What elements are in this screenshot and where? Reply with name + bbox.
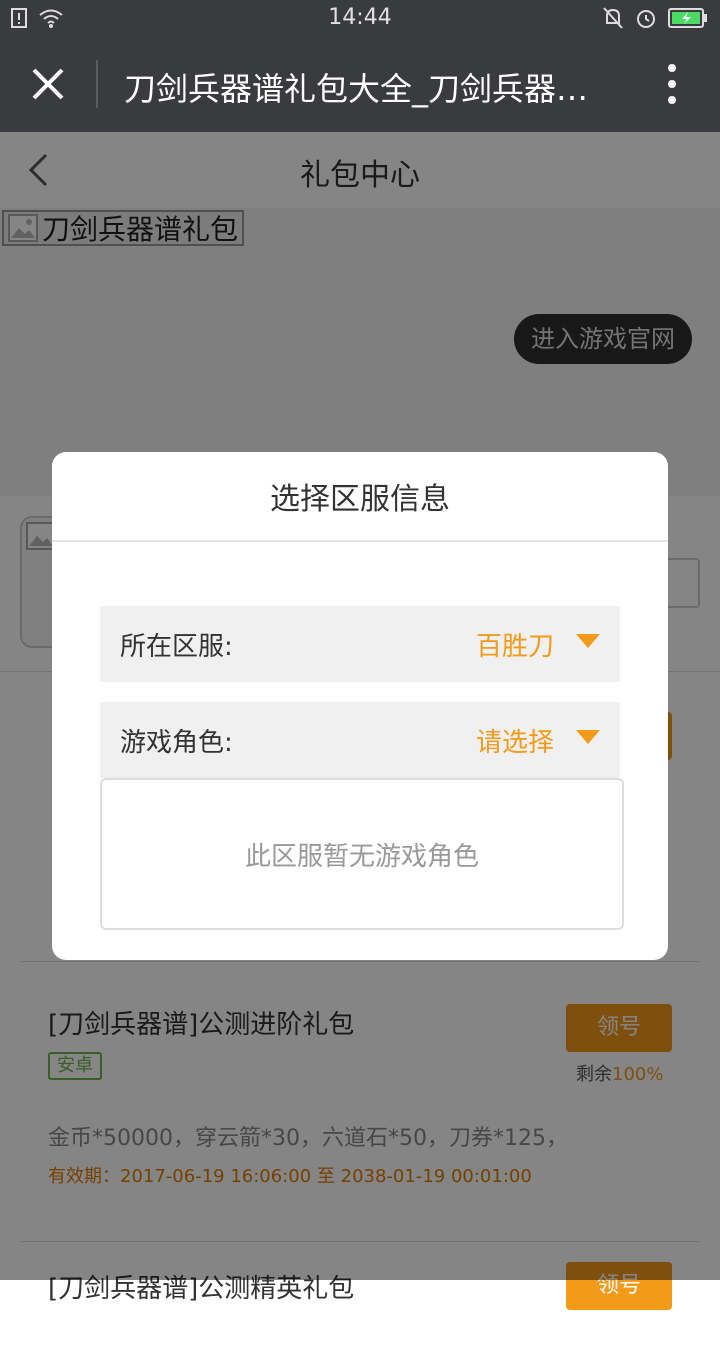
role-list-empty: 此区服暂无游戏角色 [100, 778, 624, 930]
bell-muted-icon [603, 7, 623, 29]
close-icon[interactable] [28, 64, 68, 104]
more-options-icon[interactable] [662, 62, 682, 106]
server-select-dialog: 选择区服信息 所在区服: 百胜刀 游戏角色: 请选择 此区服暂无游戏角色 [52, 452, 668, 960]
empty-message: 此区服暂无游戏角色 [244, 842, 479, 872]
server-value: 百胜刀 [475, 632, 554, 662]
server-select[interactable]: 所在区服: 百胜刀 [100, 606, 620, 682]
role-label: 游戏角色: [120, 728, 233, 758]
browser-title: 刀剑兵器谱礼包大全_刀剑兵器谱礼包中心 [124, 70, 604, 108]
alarm-icon [637, 10, 655, 28]
role-select[interactable]: 游戏角色: 请选择 [100, 702, 620, 778]
battery-charging-icon [668, 8, 707, 28]
dropdown-caret-icon [576, 634, 600, 648]
header-divider [96, 60, 98, 108]
role-value: 请选择 [475, 728, 554, 758]
status-icons-right [602, 6, 708, 30]
server-label: 所在区服: [120, 632, 233, 662]
status-bar: 14:44 [0, 0, 720, 36]
dialog-title: 选择区服信息 [270, 482, 450, 517]
browser-header: 刀剑兵器谱礼包大全_刀剑兵器谱礼包中心 [0, 36, 720, 132]
dialog-divider [52, 540, 668, 542]
dropdown-caret-icon [576, 730, 600, 744]
